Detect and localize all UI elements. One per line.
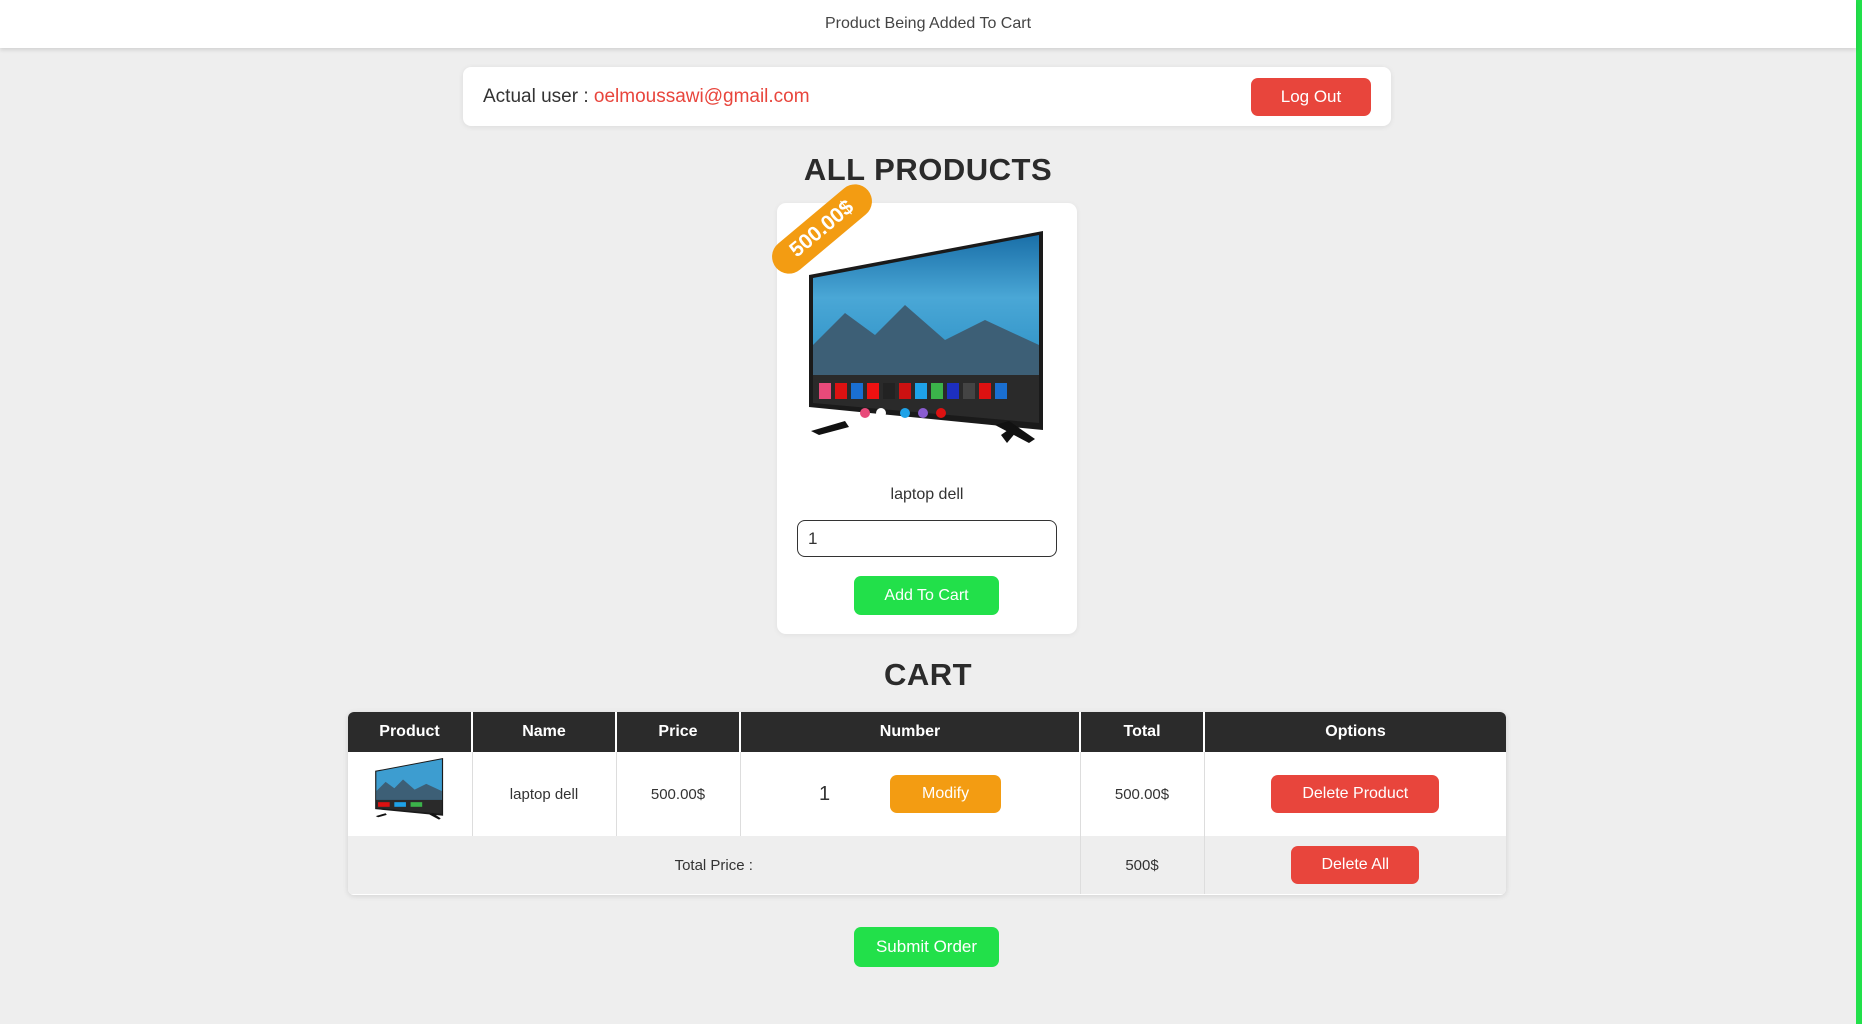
column-header-product: Product <box>348 712 473 752</box>
total-row: Total Price : 500$ Delete All <box>348 836 1506 894</box>
table-row: laptop dell 500.00$ 1 Modify 500.00$ Del… <box>348 752 1506 836</box>
cart-title: CART <box>883 657 973 692</box>
cart-item-options: Delete Product <box>1204 752 1506 836</box>
logout-button[interactable]: Log Out <box>1251 77 1371 116</box>
cart-item-number-cell: 1 Modify <box>740 752 1081 836</box>
tv-thumbnail-image <box>374 758 443 820</box>
cart-item-name: laptop dell <box>472 752 617 836</box>
quantity-input[interactable] <box>797 520 1057 557</box>
page-header: Product Being Added To Cart <box>0 0 1856 48</box>
cart-header-row: Product Name Price Number Total Options <box>348 712 1506 752</box>
delete-product-button[interactable]: Delete Product <box>1271 775 1440 813</box>
column-header-price: Price <box>616 712 741 752</box>
total-price-label: Total Price : <box>348 836 1081 894</box>
delete-all-button[interactable]: Delete All <box>1291 846 1420 884</box>
cart-item-number: 1 <box>818 782 831 805</box>
add-to-cart-button[interactable]: Add To Cart <box>854 576 999 615</box>
current-user-email: oelmoussawi@gmail.com <box>593 85 810 107</box>
total-options: Delete All <box>1204 836 1506 894</box>
modify-button[interactable]: Modify <box>890 775 1002 813</box>
all-products-title: ALL PRODUCTS <box>803 152 1053 187</box>
cart-table: Product Name Price Number Total Options <box>348 712 1506 895</box>
column-header-number: Number <box>740 712 1081 752</box>
user-bar: Actual user : oelmoussawi@gmail.com Log … <box>463 67 1391 126</box>
column-header-options: Options <box>1204 712 1506 752</box>
total-price-value: 500$ <box>1080 836 1205 894</box>
current-user: Actual user : oelmoussawi@gmail.com <box>483 86 810 108</box>
product-name: laptop dell <box>890 486 964 503</box>
cart-item-total: 500.00$ <box>1080 752 1205 836</box>
current-user-label: Actual user : <box>483 85 594 107</box>
column-header-total: Total <box>1080 712 1205 752</box>
window-edge <box>1856 0 1862 1024</box>
column-header-name: Name <box>472 712 617 752</box>
submit-order-button[interactable]: Submit Order <box>854 927 999 967</box>
page-header-title: Product Being Added To Cart <box>824 15 1032 32</box>
cart-product-thumbnail <box>348 752 473 836</box>
tv-image <box>809 231 1043 443</box>
cart-item-price: 500.00$ <box>616 752 741 836</box>
product-card: laptop dell Add To Cart <box>777 203 1077 634</box>
